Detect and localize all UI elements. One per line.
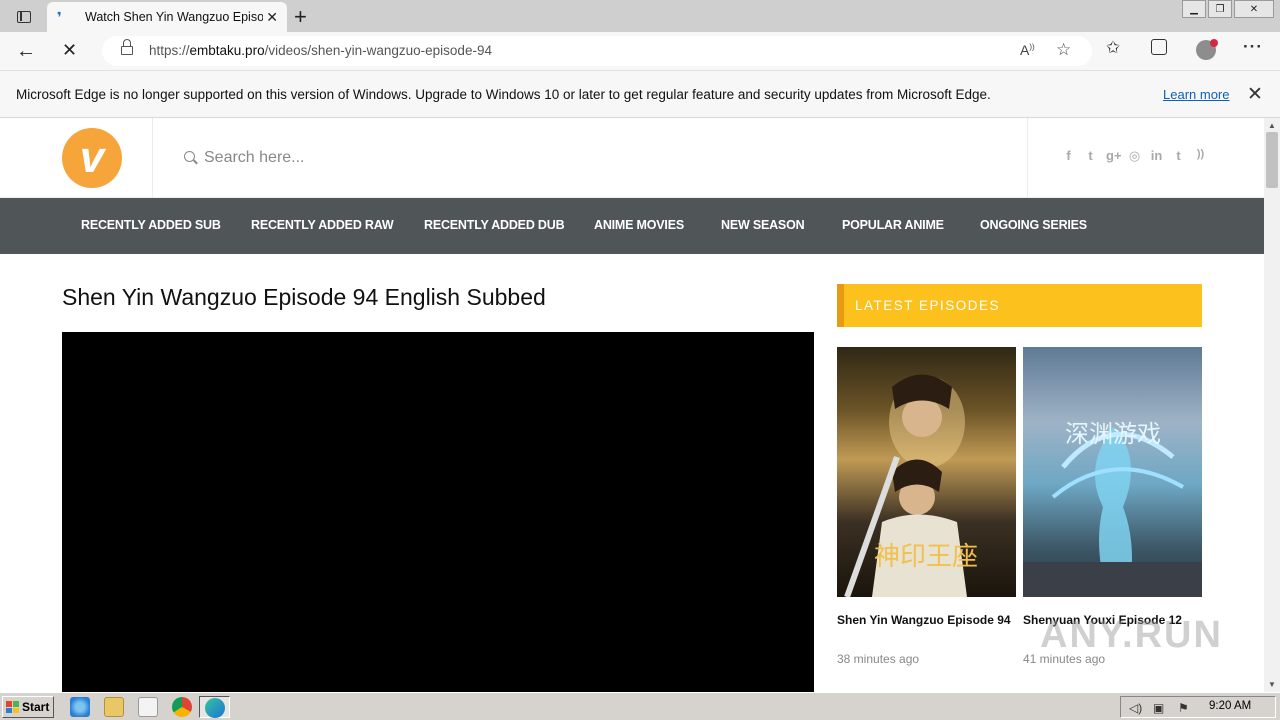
- linkedin-icon[interactable]: in: [1150, 148, 1163, 164]
- svg-text:神印王座: 神印王座: [874, 542, 978, 572]
- close-tab-icon[interactable]: ✕: [266, 9, 278, 26]
- search-bar: [152, 118, 1028, 198]
- windows-logo-icon: [6, 701, 19, 713]
- video-title: Shen Yin Wangzuo Episode 94 English Subb…: [62, 284, 546, 310]
- google-plus-icon[interactable]: g+: [1106, 148, 1122, 164]
- nav-new-season[interactable]: NEW SEASON: [721, 218, 805, 232]
- tab-actions-icon[interactable]: [8, 6, 40, 28]
- read-aloud-icon[interactable]: A)): [1020, 42, 1035, 58]
- latest-episodes-heading: LATEST EPISODES: [837, 284, 1202, 327]
- url-host: embtaku.pro: [189, 43, 265, 58]
- back-arrow-icon[interactable]: ←: [16, 40, 36, 63]
- search-input[interactable]: [204, 146, 804, 170]
- nav-ongoing-series[interactable]: ONGOING SERIES: [980, 218, 1087, 232]
- nav-anime-movies[interactable]: ANIME MOVIES: [594, 218, 684, 232]
- episode-thumbnail[interactable]: 深渊游戏: [1023, 347, 1202, 597]
- stop-loading-icon[interactable]: ✕: [62, 40, 77, 61]
- infobar-message: Microsoft Edge is no longer supported on…: [16, 87, 991, 102]
- twitter-icon[interactable]: t: [1084, 148, 1097, 164]
- start-label: Start: [22, 700, 50, 714]
- new-tab-icon[interactable]: +: [294, 4, 307, 30]
- search-icon: [184, 151, 195, 162]
- scroll-down-icon[interactable]: ▼: [1268, 680, 1276, 689]
- url-path: /videos/shen-yin-wangzuo-episode-94: [264, 43, 492, 58]
- profile-avatar[interactable]: [1196, 39, 1218, 60]
- address-bar-row: ← ✕ https://embtaku.pro/videos/shen-yin-…: [0, 32, 1280, 70]
- tab-title: Watch Shen Yin Wangzuo Episode 94 Englis…: [85, 10, 263, 24]
- action-center-flag-icon[interactable]: ⚑: [1178, 701, 1192, 715]
- nav-recently-added-sub[interactable]: RECENTLY ADDED SUB: [81, 218, 221, 232]
- window-minimize-button[interactable]: ▁: [1182, 0, 1206, 18]
- favorites-icon[interactable]: ✩: [1106, 38, 1120, 58]
- edge-icon: [205, 698, 225, 718]
- lock-icon[interactable]: [121, 39, 133, 56]
- anyrun-watermark: ANY.RUN: [1040, 614, 1223, 656]
- page-scrollbar[interactable]: ▲ ▼: [1264, 118, 1280, 692]
- url-text: https://embtaku.pro/videos/shen-yin-wang…: [149, 43, 492, 58]
- tab-strip: ❜ Watch Shen Yin Wangzuo Episode 94 Engl…: [0, 0, 1280, 32]
- url-scheme: https://: [149, 43, 190, 58]
- facebook-icon[interactable]: f: [1062, 148, 1075, 164]
- episode-thumbnail[interactable]: 神印王座: [837, 347, 1016, 597]
- internet-explorer-icon[interactable]: [70, 697, 90, 717]
- close-infobar-icon[interactable]: ✕: [1247, 83, 1263, 106]
- social-links: f t g+ ◎ in t )): [1062, 148, 1207, 164]
- unsupported-os-infobar: Microsoft Edge is no longer supported on…: [0, 70, 1280, 118]
- site-favicon-icon: ❜: [57, 9, 62, 25]
- episode-poster-art: 神印王座: [844, 374, 978, 597]
- episode-time: 38 minutes ago: [837, 652, 920, 666]
- instagram-icon[interactable]: ◎: [1128, 148, 1141, 164]
- nav-recently-added-raw[interactable]: RECENTLY ADDED RAW: [251, 218, 394, 232]
- window-close-button[interactable]: ✕: [1234, 0, 1274, 18]
- latest-episodes-label: LATEST EPISODES: [855, 298, 1001, 313]
- media-player-icon[interactable]: [138, 697, 158, 717]
- collections-icon[interactable]: [1151, 39, 1167, 55]
- learn-more-link[interactable]: Learn more: [1163, 87, 1229, 102]
- browser-tab[interactable]: ❜ Watch Shen Yin Wangzuo Episode 94 Engl…: [47, 2, 287, 32]
- start-button[interactable]: Start: [2, 696, 54, 718]
- web-page: v f t g+ ◎ in t )) RECENTLY ADDED SUB RE…: [0, 118, 1264, 692]
- svg-text:深渊游戏: 深渊游戏: [1065, 420, 1161, 448]
- site-logo[interactable]: v: [62, 128, 122, 188]
- main-navigation: RECENTLY ADDED SUB RECENTLY ADDED RAW RE…: [0, 198, 1264, 254]
- clock[interactable]: 9:20 AM: [1209, 700, 1251, 712]
- volume-icon[interactable]: ◁): [1129, 701, 1143, 715]
- site-header: v f t g+ ◎ in t )): [0, 118, 1264, 198]
- edge-taskbar-button[interactable]: [199, 696, 230, 718]
- scroll-thumb[interactable]: [1266, 132, 1278, 188]
- file-explorer-icon[interactable]: [104, 697, 124, 717]
- network-icon[interactable]: ▣: [1153, 701, 1167, 715]
- more-menu-icon[interactable]: ···: [1243, 37, 1263, 57]
- nav-popular-anime[interactable]: POPULAR ANIME: [842, 218, 944, 232]
- episode-poster-art: 深渊游戏: [1023, 420, 1202, 597]
- nav-recently-added-dub[interactable]: RECENTLY ADDED DUB: [424, 218, 565, 232]
- add-favorite-icon[interactable]: ☆: [1056, 40, 1071, 60]
- url-field[interactable]: https://embtaku.pro/videos/shen-yin-wang…: [102, 36, 1092, 66]
- episode-title[interactable]: Shen Yin Wangzuo Episode 94: [837, 613, 1011, 627]
- chrome-icon[interactable]: [172, 697, 192, 717]
- window-restore-button[interactable]: ❐: [1208, 0, 1232, 18]
- video-player[interactable]: [62, 332, 814, 692]
- windows-taskbar: Start ◁) ▣ ⚑ 9:20 AM: [0, 692, 1280, 720]
- rss-icon[interactable]: )): [1194, 148, 1207, 164]
- tumblr-icon[interactable]: t: [1172, 148, 1185, 164]
- scroll-up-icon[interactable]: ▲: [1268, 121, 1276, 130]
- system-tray: ◁) ▣ ⚑ 9:20 AM: [1120, 696, 1276, 718]
